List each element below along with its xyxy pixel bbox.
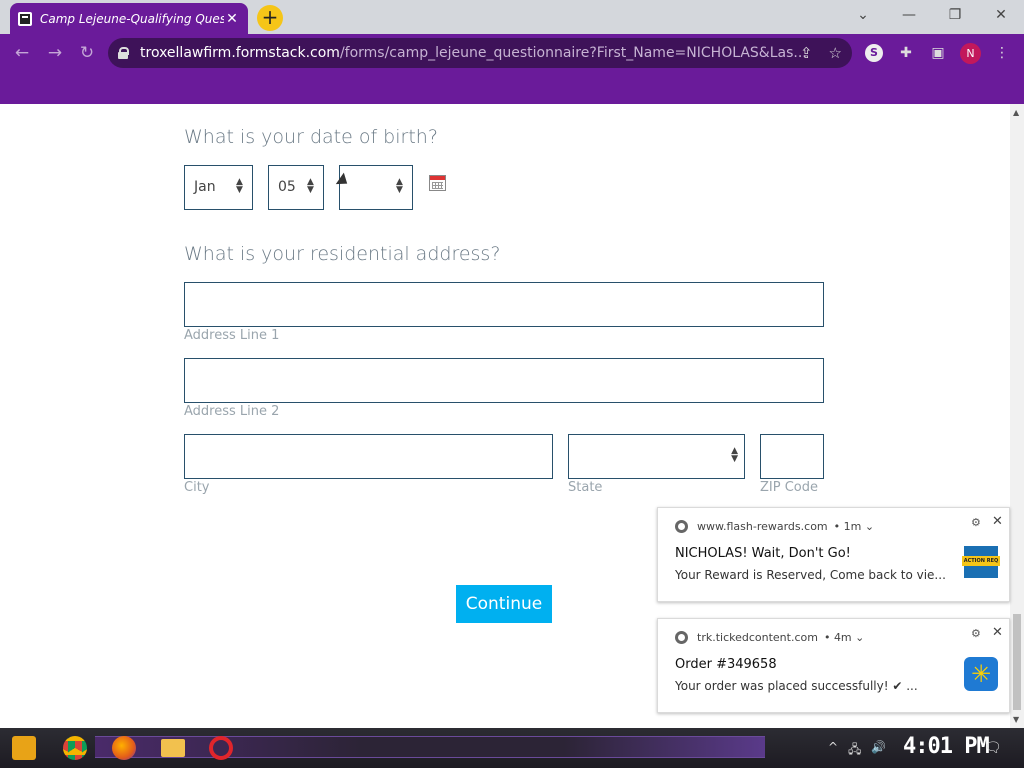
notification-source: www.flash-rewards.com • 1m ⌄ [675, 520, 874, 533]
dob-month-select[interactable]: Jan ▲ ▼ [184, 165, 253, 210]
side-panel-icon[interactable]: ▣ [929, 44, 947, 62]
chrome-taskbar-icon[interactable] [63, 736, 87, 760]
notification-close-icon[interactable]: ✕ [992, 625, 1003, 640]
extensions-puzzle-icon[interactable]: ✚ [897, 44, 915, 62]
notification-settings-gear-icon[interactable]: ⚙ [971, 627, 981, 640]
dob-day-value: 05 [278, 179, 296, 195]
reload-icon[interactable]: ↻ [76, 42, 98, 64]
chrome-icon [675, 631, 688, 644]
share-icon[interactable]: ⇪ [800, 44, 813, 62]
taskbar-clock[interactable]: 4:01 PM [903, 734, 990, 759]
address-line2-input[interactable] [184, 358, 824, 403]
browser-toolbar: ← → ↻ troxellawfirm.formstack.com /forms… [0, 34, 1024, 72]
zip-input[interactable] [760, 434, 824, 479]
select-arrows-icon: ▲ ▼ [236, 177, 243, 195]
taskbar-decoration [95, 736, 765, 758]
volume-icon[interactable]: 🔊 [871, 740, 886, 754]
state-label: State [568, 480, 603, 495]
select-arrows-icon: ▲ ▼ [396, 177, 403, 195]
notification-age[interactable]: • 4m ⌄ [824, 631, 864, 644]
tab-title: Camp Lejeune-Qualifying Ques [40, 11, 224, 26]
lock-icon[interactable] [118, 47, 129, 59]
tray-chevron-icon[interactable]: ^ [828, 740, 838, 754]
notification-flash-rewards[interactable]: www.flash-rewards.com • 1m ⌄ ⚙ ✕ NICHOLA… [657, 507, 1010, 602]
page-header-band [0, 72, 1024, 104]
opera-taskbar-icon[interactable] [209, 736, 233, 760]
notification-message: Your Reward is Reserved, Come back to vi… [675, 568, 945, 582]
city-input[interactable] [184, 434, 553, 479]
chrome-icon [675, 520, 688, 533]
back-arrow-icon[interactable]: ← [11, 42, 33, 64]
select-arrows-icon: ▲ ▼ [731, 446, 738, 464]
calendar-icon[interactable] [429, 175, 446, 191]
tab-search-chevron-icon[interactable]: ⌄ [840, 0, 886, 30]
notification-age[interactable]: • 1m ⌄ [834, 520, 874, 533]
url-path: /forms/camp_lejeune_questionnaire?First_… [339, 45, 807, 61]
continue-button[interactable]: Continue [456, 585, 552, 623]
select-arrows-icon: ▲ ▼ [307, 177, 314, 195]
scrollbar-thumb[interactable] [1013, 614, 1021, 710]
address-line1-label: Address Line 1 [184, 328, 280, 343]
network-icon[interactable]: 🖧 [848, 740, 861, 761]
browser-tab-active[interactable]: Camp Lejeune-Qualifying Ques ✕ [10, 3, 248, 34]
notification-message: Your order was placed successfully! ✔ ..… [675, 679, 918, 693]
reward-thumbnail-icon: ACTION REQ [962, 546, 1000, 578]
close-window-button[interactable]: ✕ [978, 0, 1024, 30]
address-line2-label: Address Line 2 [184, 404, 280, 419]
forward-arrow-icon[interactable]: → [44, 42, 66, 64]
new-tab-button[interactable]: + [257, 5, 283, 31]
url-host: troxellawfirm.formstack.com [140, 45, 340, 61]
notification-source-host: www.flash-rewards.com [697, 520, 828, 533]
dob-day-select[interactable]: 05 ▲ ▼ [268, 165, 324, 210]
scroll-up-icon[interactable]: ▲ [1013, 108, 1019, 117]
bookmark-star-icon[interactable]: ☆ [829, 44, 842, 62]
notification-source: trk.tickedcontent.com • 4m ⌄ [675, 631, 864, 644]
dob-month-value: Jan [194, 179, 216, 195]
extension-s-icon[interactable]: S [865, 44, 883, 62]
state-select[interactable]: ▲ ▼ [568, 434, 745, 479]
address-bar[interactable]: troxellawfirm.formstack.com /forms/camp_… [108, 38, 852, 68]
page-scrollbar[interactable]: ▲ ▼ [1010, 104, 1024, 728]
thumbnail-tag: ACTION REQ [962, 556, 1000, 566]
city-label: City [184, 480, 210, 495]
address-line1-input[interactable] [184, 282, 824, 327]
profile-avatar[interactable]: N [960, 43, 981, 64]
tab-close-icon[interactable]: ✕ [224, 11, 240, 27]
notification-title: NICHOLAS! Wait, Don't Go! [675, 546, 851, 561]
start-button[interactable] [12, 736, 36, 760]
scroll-down-icon[interactable]: ▼ [1013, 715, 1019, 724]
file-explorer-taskbar-icon[interactable] [161, 739, 185, 757]
address-question: What is your residential address? [184, 243, 501, 265]
action-center-icon[interactable]: 🗨 [984, 740, 1002, 756]
walmart-spark-icon: ✳ [964, 657, 998, 691]
formstack-favicon-icon [18, 11, 32, 26]
minimize-button[interactable]: — [886, 0, 932, 30]
dob-question: What is your date of birth? [184, 126, 438, 148]
notification-source-host: trk.tickedcontent.com [697, 631, 818, 644]
notification-settings-gear-icon[interactable]: ⚙ [971, 516, 981, 529]
notification-close-icon[interactable]: ✕ [992, 514, 1003, 529]
kebab-menu-icon[interactable]: ⋮ [993, 44, 1011, 62]
browser-tab-strip: Camp Lejeune-Qualifying Ques ✕ + ⌄ — ❐ ✕ [0, 0, 1024, 34]
firefox-taskbar-icon[interactable] [112, 736, 136, 760]
dob-year-select[interactable]: ▲ ▼ [339, 165, 413, 210]
restore-button[interactable]: ❐ [932, 0, 978, 30]
notification-ticked-content[interactable]: trk.tickedcontent.com • 4m ⌄ ⚙ ✕ Order #… [657, 618, 1010, 713]
notification-title: Order #349658 [675, 657, 777, 672]
zip-label: ZIP Code [760, 480, 818, 495]
